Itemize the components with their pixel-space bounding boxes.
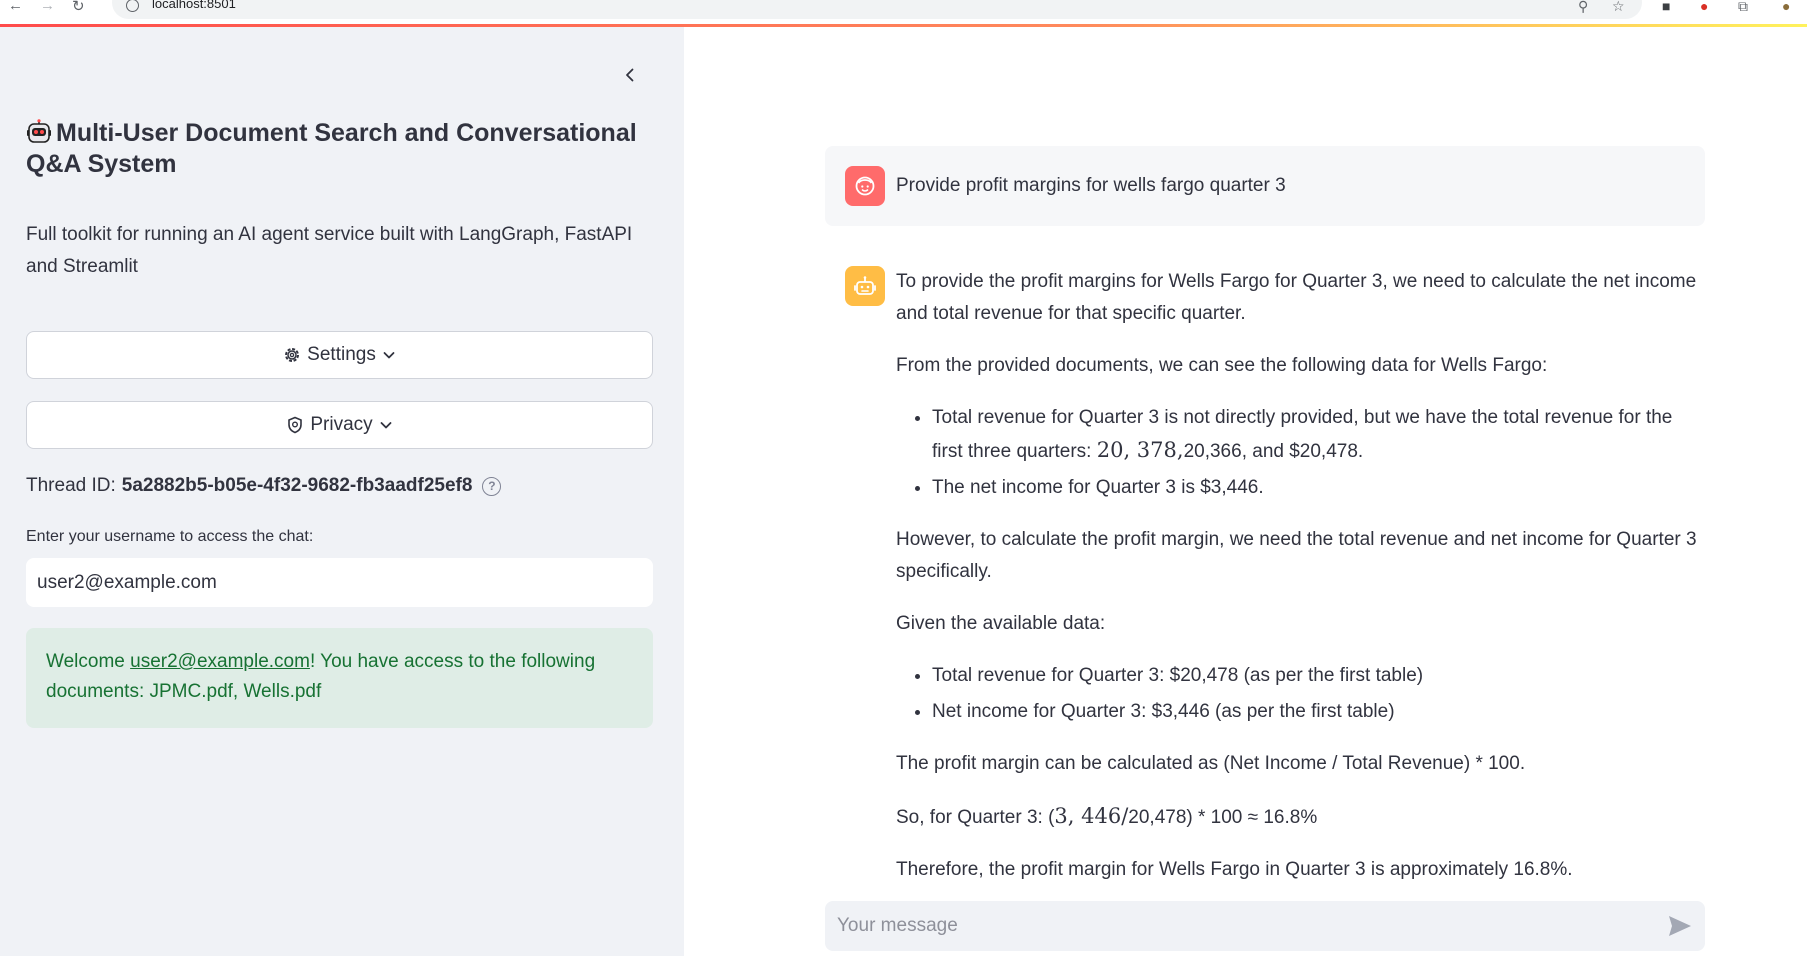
welcome-alert: Welcome user2@example.com! You have acce… [26, 628, 653, 728]
assistant-message: To provide the profit margins for Wells … [896, 266, 1708, 906]
star-icon[interactable]: ☆ [1612, 0, 1625, 15]
assistant-paragraph: To provide the profit margins for Wells … [896, 271, 1697, 324]
assistant-paragraph: Given the available data: [896, 613, 1106, 634]
browser-toolbar: ← → ↻ localhost:8501 ⚲ ☆ ■ ● ⧉ ● [0, 0, 1807, 24]
assistant-paragraph: From the provided documents, we can see … [896, 355, 1548, 376]
app-title-text: Multi-User Document Search and Conversat… [26, 119, 637, 178]
chat-input-container [825, 901, 1705, 951]
address-bar[interactable]: localhost:8501 [112, 0, 1642, 19]
app-title: Multi-User Document Search and Conversat… [26, 118, 646, 180]
robot-icon [854, 276, 876, 295]
chat-message-input[interactable] [825, 901, 1669, 951]
thread-id-value: 5a2882b5-b05e-4f32-9682-fb3aadf25ef8 [121, 475, 473, 496]
username-input[interactable] [26, 558, 653, 607]
privacy-expander[interactable]: Privacy [26, 401, 653, 449]
thread-id: Thread ID: 5a2882b5-b05e-4f32-9682-fb3aa… [26, 474, 502, 498]
info-icon[interactable] [126, 0, 139, 12]
welcome-prefix: Welcome [46, 651, 131, 672]
settings-label: Settings [307, 344, 376, 365]
paragraph-text: 20,478) * 100 ≈ 16.8% [1128, 807, 1318, 828]
assistant-list: Total revenue for Quarter 3 is not direc… [896, 402, 1708, 504]
list-item-text: 20,366, and $20,478. [1183, 441, 1364, 462]
url-text[interactable]: localhost:8501 [152, 0, 236, 11]
extension-icon[interactable]: ■ [1662, 0, 1670, 14]
question-circle-icon[interactable]: ? [482, 476, 502, 496]
paragraph-text: So, for Quarter 3: ( [896, 807, 1055, 828]
zoom-icon[interactable]: ⚲ [1578, 0, 1588, 15]
list-item: Total revenue for Quarter 3: $20,478 (as… [932, 660, 1708, 692]
assistant-list: Total revenue for Quarter 3: $20,478 (as… [896, 660, 1708, 728]
username-label: Enter your username to access the chat: [26, 528, 314, 545]
user-message-text: Provide profit margins for wells fargo q… [896, 175, 1286, 196]
privacy-label: Privacy [310, 414, 373, 435]
shield-icon [288, 416, 303, 434]
chevron-left-icon [626, 68, 634, 82]
back-arrow-icon[interactable]: ← [8, 0, 23, 14]
welcome-email-link[interactable]: user2@example.com [130, 651, 310, 672]
forward-arrow-icon[interactable]: → [40, 0, 55, 14]
face-icon [855, 176, 875, 196]
gear-icon [285, 348, 300, 362]
assistant-paragraph: The profit margin can be calculated as (… [896, 753, 1526, 774]
assistant-paragraph: Therefore, the profit margin for Wells F… [896, 859, 1573, 880]
settings-expander[interactable]: Settings [26, 331, 653, 379]
assistant-paragraph: So, for Quarter 3: (3, 446/20,478) * 100… [896, 800, 1708, 834]
chevron-down-icon [380, 422, 392, 429]
thread-id-label: Thread ID: [26, 475, 116, 496]
math-fragment: 3, 446/ [1054, 804, 1129, 828]
reload-icon[interactable]: ↻ [72, 0, 85, 15]
profile-avatar[interactable]: ● [1782, 0, 1790, 14]
chevron-down-icon [383, 352, 395, 359]
list-item: The net income for Quarter 3 is $3,446. [932, 472, 1708, 504]
send-icon[interactable] [1667, 914, 1693, 938]
puzzle-icon[interactable]: ⧉ [1738, 0, 1748, 15]
math-fragment: 20, 378, [1096, 438, 1184, 462]
app-description: Full toolkit for running an AI agent ser… [26, 224, 633, 277]
extension-badge-icon[interactable]: ● [1700, 0, 1708, 14]
robot-face-icon [27, 119, 51, 143]
list-item: Net income for Quarter 3: $3,446 (as per… [932, 696, 1708, 728]
collapse-sidebar-button[interactable] [616, 61, 644, 89]
list-item: Total revenue for Quarter 3 is not direc… [932, 402, 1708, 468]
assistant-avatar [845, 266, 885, 306]
assistant-paragraph: However, to calculate the profit margin,… [896, 529, 1697, 582]
user-avatar [845, 166, 885, 206]
